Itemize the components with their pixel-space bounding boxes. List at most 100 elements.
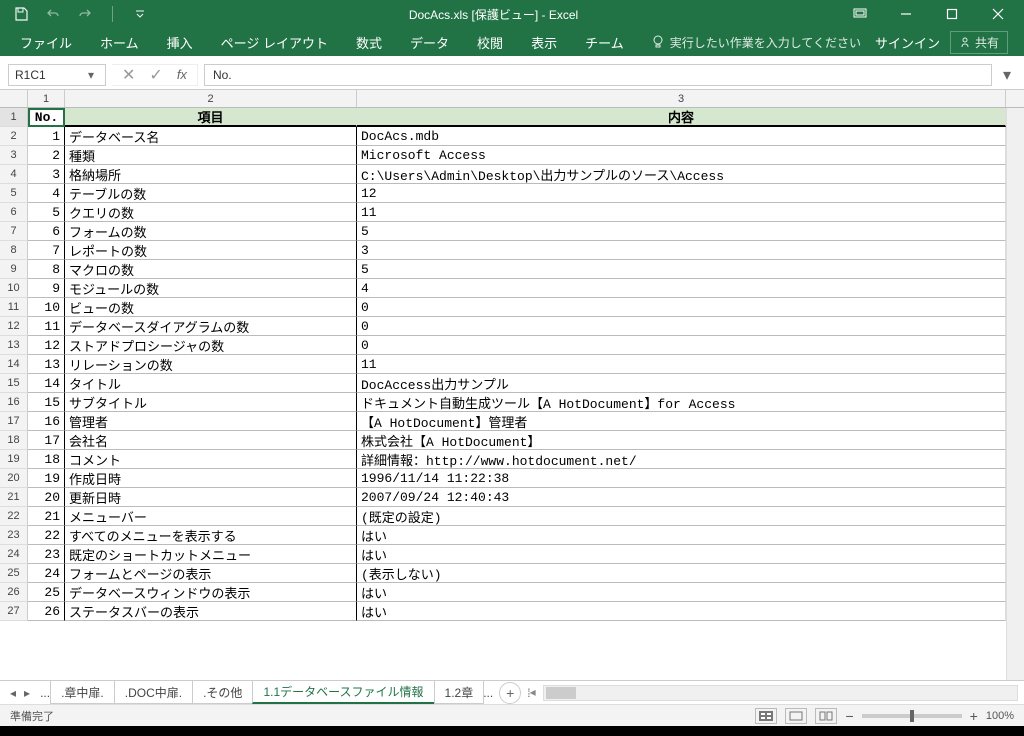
row-header[interactable]: 19: [0, 450, 28, 469]
close-button[interactable]: [976, 0, 1020, 28]
cell[interactable]: はい: [357, 545, 1006, 564]
vertical-scrollbar[interactable]: [1006, 108, 1024, 680]
sheet-tab[interactable]: 1.2章: [434, 681, 485, 704]
zoom-level[interactable]: 100%: [986, 710, 1014, 722]
zoom-out-button[interactable]: −: [845, 708, 853, 724]
column-header[interactable]: 2: [65, 90, 357, 107]
row-header[interactable]: 16: [0, 393, 28, 412]
select-all-corner[interactable]: [0, 90, 28, 107]
tab-nav-prev-icon[interactable]: ◂: [10, 686, 16, 700]
row-header[interactable]: 21: [0, 488, 28, 507]
cell[interactable]: データベース名: [65, 127, 357, 146]
cell[interactable]: 0: [357, 336, 1006, 355]
normal-view-button[interactable]: [755, 708, 777, 724]
row-header[interactable]: 5: [0, 184, 28, 203]
row-header[interactable]: 15: [0, 374, 28, 393]
cell[interactable]: フォームとページの表示: [65, 564, 357, 583]
cell[interactable]: No.: [28, 108, 65, 127]
cell[interactable]: 13: [28, 355, 65, 374]
cell[interactable]: 12: [28, 336, 65, 355]
cell[interactable]: 26: [28, 602, 65, 621]
name-box[interactable]: R1C1 ▾: [8, 64, 106, 86]
sheet-tab[interactable]: .その他: [192, 681, 253, 704]
cell[interactable]: 7: [28, 241, 65, 260]
cell[interactable]: タイトル: [65, 374, 357, 393]
formula-input[interactable]: No.: [204, 64, 992, 86]
tab-view[interactable]: 表示: [517, 28, 571, 56]
cell[interactable]: 種類: [65, 146, 357, 165]
cell[interactable]: 【A HotDocument】管理者: [357, 412, 1006, 431]
row-header[interactable]: 2: [0, 127, 28, 146]
ribbon-display-icon[interactable]: [838, 0, 882, 28]
row-header[interactable]: 25: [0, 564, 28, 583]
cell[interactable]: ストアドプロシージャの数: [65, 336, 357, 355]
zoom-thumb[interactable]: [910, 710, 914, 722]
share-button[interactable]: 共有: [950, 31, 1008, 54]
row-header[interactable]: 1: [0, 108, 28, 127]
row-header[interactable]: 13: [0, 336, 28, 355]
row-header[interactable]: 27: [0, 602, 28, 621]
row-header[interactable]: 10: [0, 279, 28, 298]
cell[interactable]: 2007/09/24 12:40:43: [357, 488, 1006, 507]
cell[interactable]: 23: [28, 545, 65, 564]
cell[interactable]: すべてのメニューを表示する: [65, 526, 357, 545]
column-header[interactable]: 3: [357, 90, 1006, 107]
cell[interactable]: 15: [28, 393, 65, 412]
cell[interactable]: はい: [357, 583, 1006, 602]
cell[interactable]: 既定のショートカットメニュー: [65, 545, 357, 564]
cell[interactable]: 1: [28, 127, 65, 146]
row-header[interactable]: 14: [0, 355, 28, 374]
cell[interactable]: 16: [28, 412, 65, 431]
cell[interactable]: リレーションの数: [65, 355, 357, 374]
row-header[interactable]: 7: [0, 222, 28, 241]
cell[interactable]: ビューの数: [65, 298, 357, 317]
cell[interactable]: 1996/11/14 11:22:38: [357, 469, 1006, 488]
cell[interactable]: モジュールの数: [65, 279, 357, 298]
cancel-icon[interactable]: ✕: [122, 65, 135, 85]
cell[interactable]: 格納場所: [65, 165, 357, 184]
cell[interactable]: 25: [28, 583, 65, 602]
sheet-tab[interactable]: .章中扉.: [50, 681, 115, 704]
cell[interactable]: はい: [357, 526, 1006, 545]
cell[interactable]: データベースダイアグラムの数: [65, 317, 357, 336]
cell[interactable]: 11: [357, 355, 1006, 374]
cell[interactable]: 8: [28, 260, 65, 279]
tab-nav-next-icon[interactable]: ▸: [24, 686, 30, 700]
zoom-slider[interactable]: [862, 714, 962, 718]
cell[interactable]: 22: [28, 526, 65, 545]
row-header[interactable]: 17: [0, 412, 28, 431]
cell[interactable]: 24: [28, 564, 65, 583]
zoom-in-button[interactable]: +: [970, 708, 978, 724]
row-header[interactable]: 11: [0, 298, 28, 317]
row-header[interactable]: 12: [0, 317, 28, 336]
row-header[interactable]: 18: [0, 431, 28, 450]
cell[interactable]: 20: [28, 488, 65, 507]
tabs-overflow-left[interactable]: ...: [40, 686, 50, 700]
cell[interactable]: DocAcs.mdb: [357, 127, 1006, 146]
tab-file[interactable]: ファイル: [6, 28, 86, 56]
sheet-tab[interactable]: 1.1データベースファイル情報: [252, 681, 434, 704]
cell[interactable]: 11: [28, 317, 65, 336]
maximize-button[interactable]: [930, 0, 974, 28]
cell[interactable]: 5: [357, 260, 1006, 279]
cell[interactable]: 管理者: [65, 412, 357, 431]
cell[interactable]: はい: [357, 602, 1006, 621]
cell[interactable]: ステータスバーの表示: [65, 602, 357, 621]
row-header[interactable]: 24: [0, 545, 28, 564]
minimize-button[interactable]: [884, 0, 928, 28]
row-header[interactable]: 23: [0, 526, 28, 545]
cell[interactable]: データベースウィンドウの表示: [65, 583, 357, 602]
sheet-tab[interactable]: .DOC中扉.: [114, 681, 193, 704]
row-header[interactable]: 9: [0, 260, 28, 279]
cell[interactable]: 0: [357, 317, 1006, 336]
tab-home[interactable]: ホーム: [86, 28, 153, 56]
qat-dropdown-icon[interactable]: [131, 5, 149, 23]
cell[interactable]: メニューバー: [65, 507, 357, 526]
cell[interactable]: レポートの数: [65, 241, 357, 260]
page-break-view-button[interactable]: [815, 708, 837, 724]
cell[interactable]: 17: [28, 431, 65, 450]
cell[interactable]: 18: [28, 450, 65, 469]
tab-insert[interactable]: 挿入: [153, 28, 207, 56]
row-header[interactable]: 6: [0, 203, 28, 222]
cell[interactable]: C:\Users\Admin\Desktop\出力サンプルのソース\Access: [357, 165, 1006, 184]
